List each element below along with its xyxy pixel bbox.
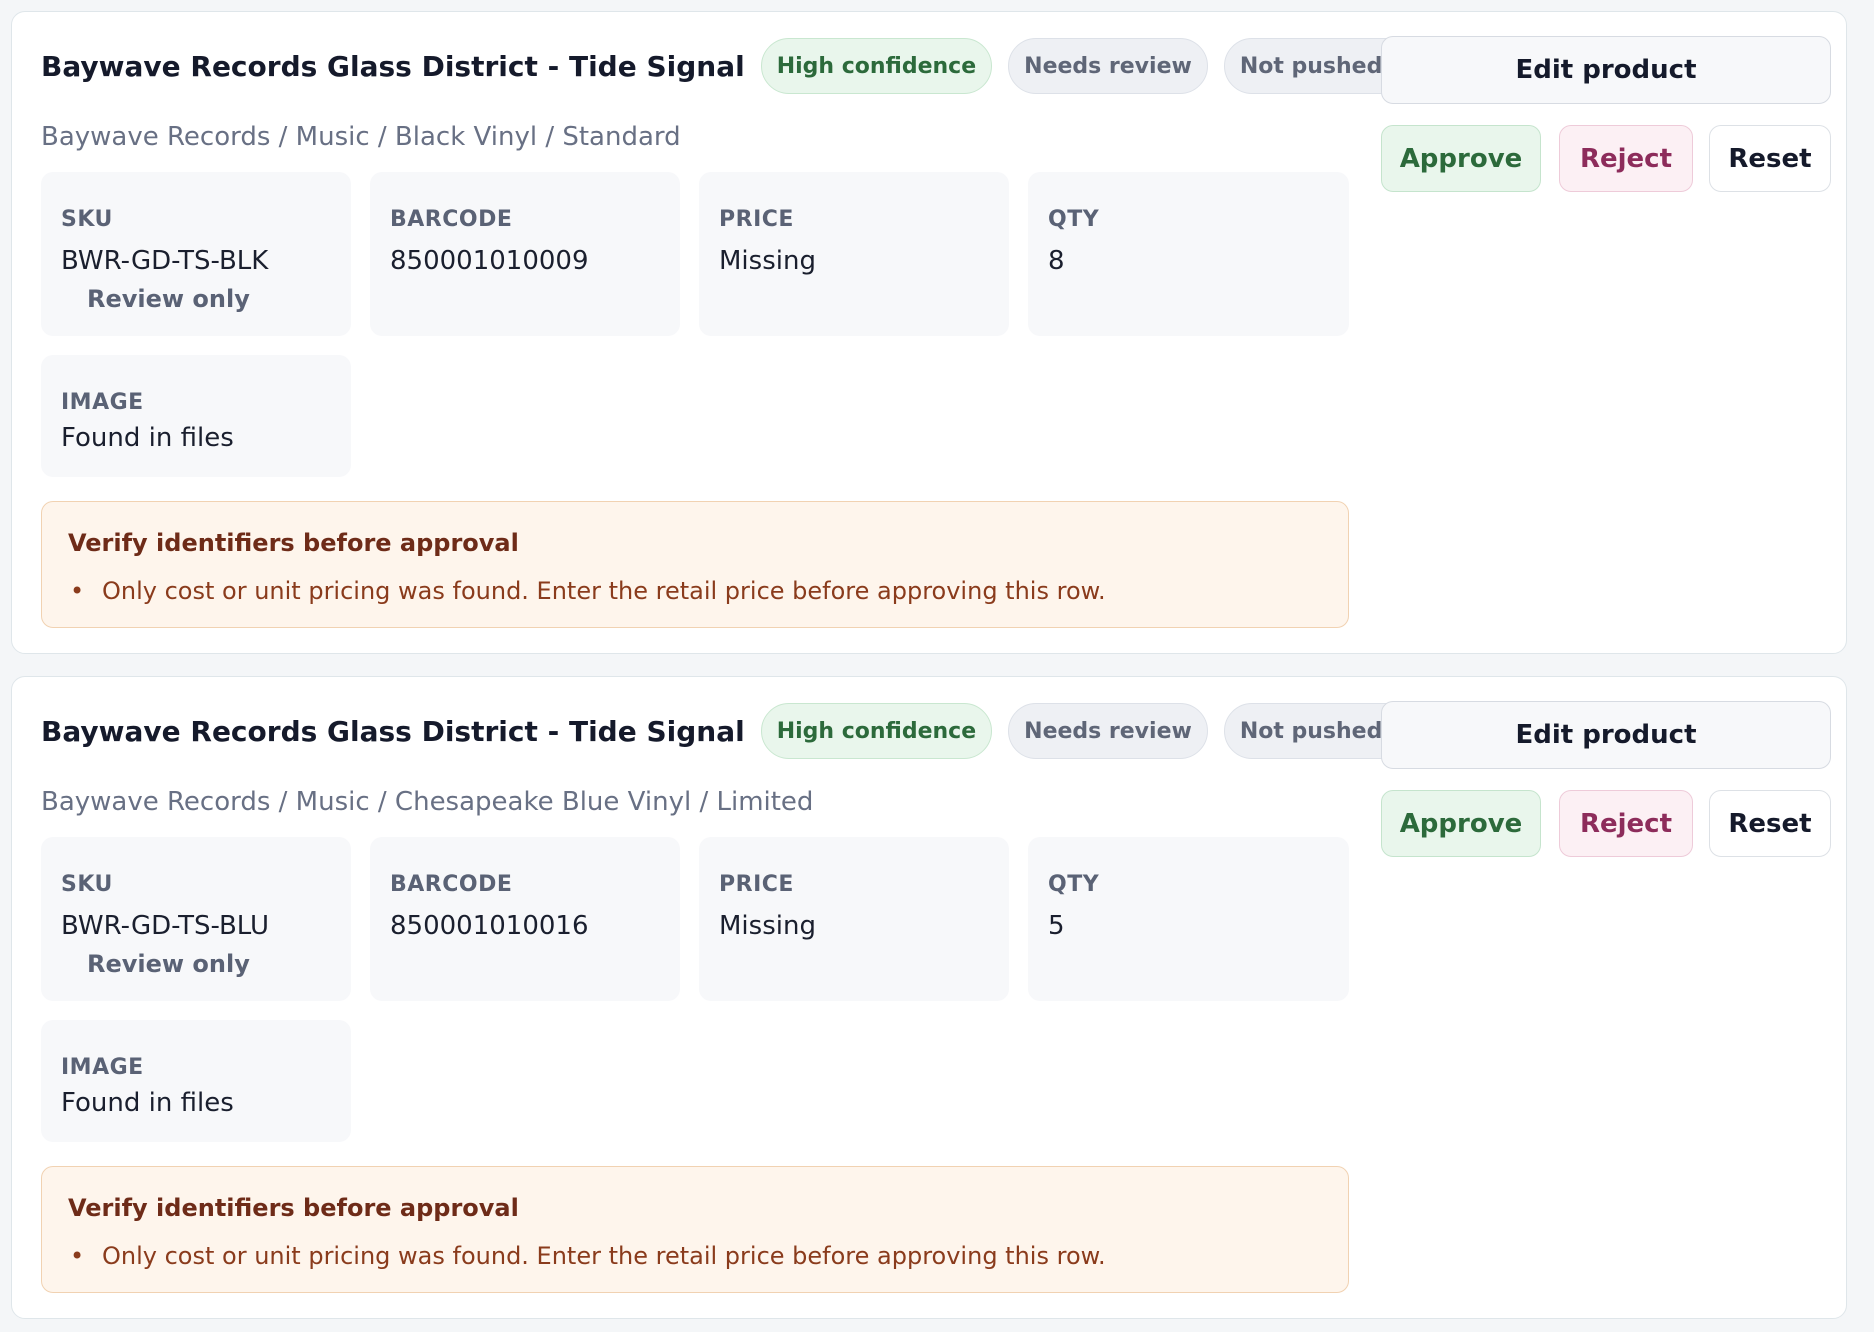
sku-value: BWR-GD-TS-BLU	[61, 911, 270, 941]
product-header: Baywave Records Glass District - Tide Si…	[41, 36, 1462, 96]
qty-label: QTY	[1048, 207, 1100, 232]
reject-button[interactable]: Reject	[1559, 125, 1693, 192]
image-value: Found in files	[61, 423, 234, 453]
qty-label: QTY	[1048, 872, 1100, 897]
qty-value: 5	[1048, 911, 1065, 941]
review-status-badge: Needs review	[1008, 703, 1208, 759]
reset-button[interactable]: Reset	[1709, 125, 1831, 192]
warning-box: Verify identifiers before approval • Onl…	[41, 1166, 1349, 1293]
product-details: Baywave Records Glass District - Tide Si…	[41, 12, 1446, 653]
price-label: PRICE	[719, 872, 794, 897]
image-value: Found in files	[61, 1088, 234, 1118]
edit-product-button[interactable]: Edit product	[1381, 36, 1831, 104]
product-actions: Edit product Approve Reject Reset	[1371, 12, 1831, 653]
confidence-badge: High confidence	[760, 703, 993, 759]
barcode-field: BARCODE 850001010016	[370, 837, 680, 1001]
warning-title: Verify identifiers before approval	[68, 1194, 519, 1222]
warning-item: Only cost or unit pricing was found. Ent…	[102, 1242, 1106, 1270]
approve-button[interactable]: Approve	[1381, 790, 1541, 857]
sku-value: BWR-GD-TS-BLK	[61, 246, 269, 276]
product-details: Baywave Records Glass District - Tide Si…	[41, 677, 1446, 1318]
image-field: IMAGE Found in files	[41, 1020, 351, 1142]
warning-item: Only cost or unit pricing was found. Ent…	[102, 577, 1106, 605]
reset-button[interactable]: Reset	[1709, 790, 1831, 857]
product-title: Baywave Records Glass District - Tide Si…	[41, 714, 745, 748]
product-title: Baywave Records Glass District - Tide Si…	[41, 49, 745, 83]
barcode-label: BARCODE	[390, 207, 513, 232]
sku-note: Review only	[87, 285, 250, 313]
barcode-value: 850001010009	[390, 246, 589, 276]
image-field: IMAGE Found in files	[41, 355, 351, 477]
image-label: IMAGE	[61, 1055, 144, 1080]
warning-title: Verify identifiers before approval	[68, 529, 519, 557]
warning-box: Verify identifiers before approval • Onl…	[41, 501, 1349, 628]
product-card: Baywave Records Glass District - Tide Si…	[11, 11, 1847, 654]
qty-value: 8	[1048, 246, 1065, 276]
qty-field: QTY 8	[1028, 172, 1349, 336]
sku-label: SKU	[61, 872, 113, 897]
barcode-field: BARCODE 850001010009	[370, 172, 680, 336]
price-field: PRICE Missing	[699, 837, 1009, 1001]
price-field: PRICE Missing	[699, 172, 1009, 336]
approve-button[interactable]: Approve	[1381, 125, 1541, 192]
product-review-list: Baywave Records Glass District - Tide Si…	[0, 0, 1874, 1332]
price-value: Missing	[719, 911, 816, 941]
bullet-icon: •	[70, 577, 85, 605]
sku-note: Review only	[87, 950, 250, 978]
product-header: Baywave Records Glass District - Tide Si…	[41, 701, 1462, 761]
sku-label: SKU	[61, 207, 113, 232]
price-label: PRICE	[719, 207, 794, 232]
confidence-badge: High confidence	[760, 38, 993, 94]
product-card: Baywave Records Glass District - Tide Si…	[11, 676, 1847, 1319]
product-actions: Edit product Approve Reject Reset	[1371, 677, 1831, 1318]
edit-product-button[interactable]: Edit product	[1381, 701, 1831, 769]
product-breadcrumb: Baywave Records / Music / Black Vinyl / …	[41, 122, 681, 152]
review-status-badge: Needs review	[1008, 38, 1208, 94]
reject-button[interactable]: Reject	[1559, 790, 1693, 857]
barcode-value: 850001010016	[390, 911, 589, 941]
barcode-label: BARCODE	[390, 872, 513, 897]
sku-field: SKU BWR-GD-TS-BLU Review only	[41, 837, 351, 1001]
qty-field: QTY 5	[1028, 837, 1349, 1001]
bullet-icon: •	[70, 1242, 85, 1270]
product-breadcrumb: Baywave Records / Music / Chesapeake Blu…	[41, 787, 814, 817]
sku-field: SKU BWR-GD-TS-BLK Review only	[41, 172, 351, 336]
price-value: Missing	[719, 246, 816, 276]
image-label: IMAGE	[61, 390, 144, 415]
